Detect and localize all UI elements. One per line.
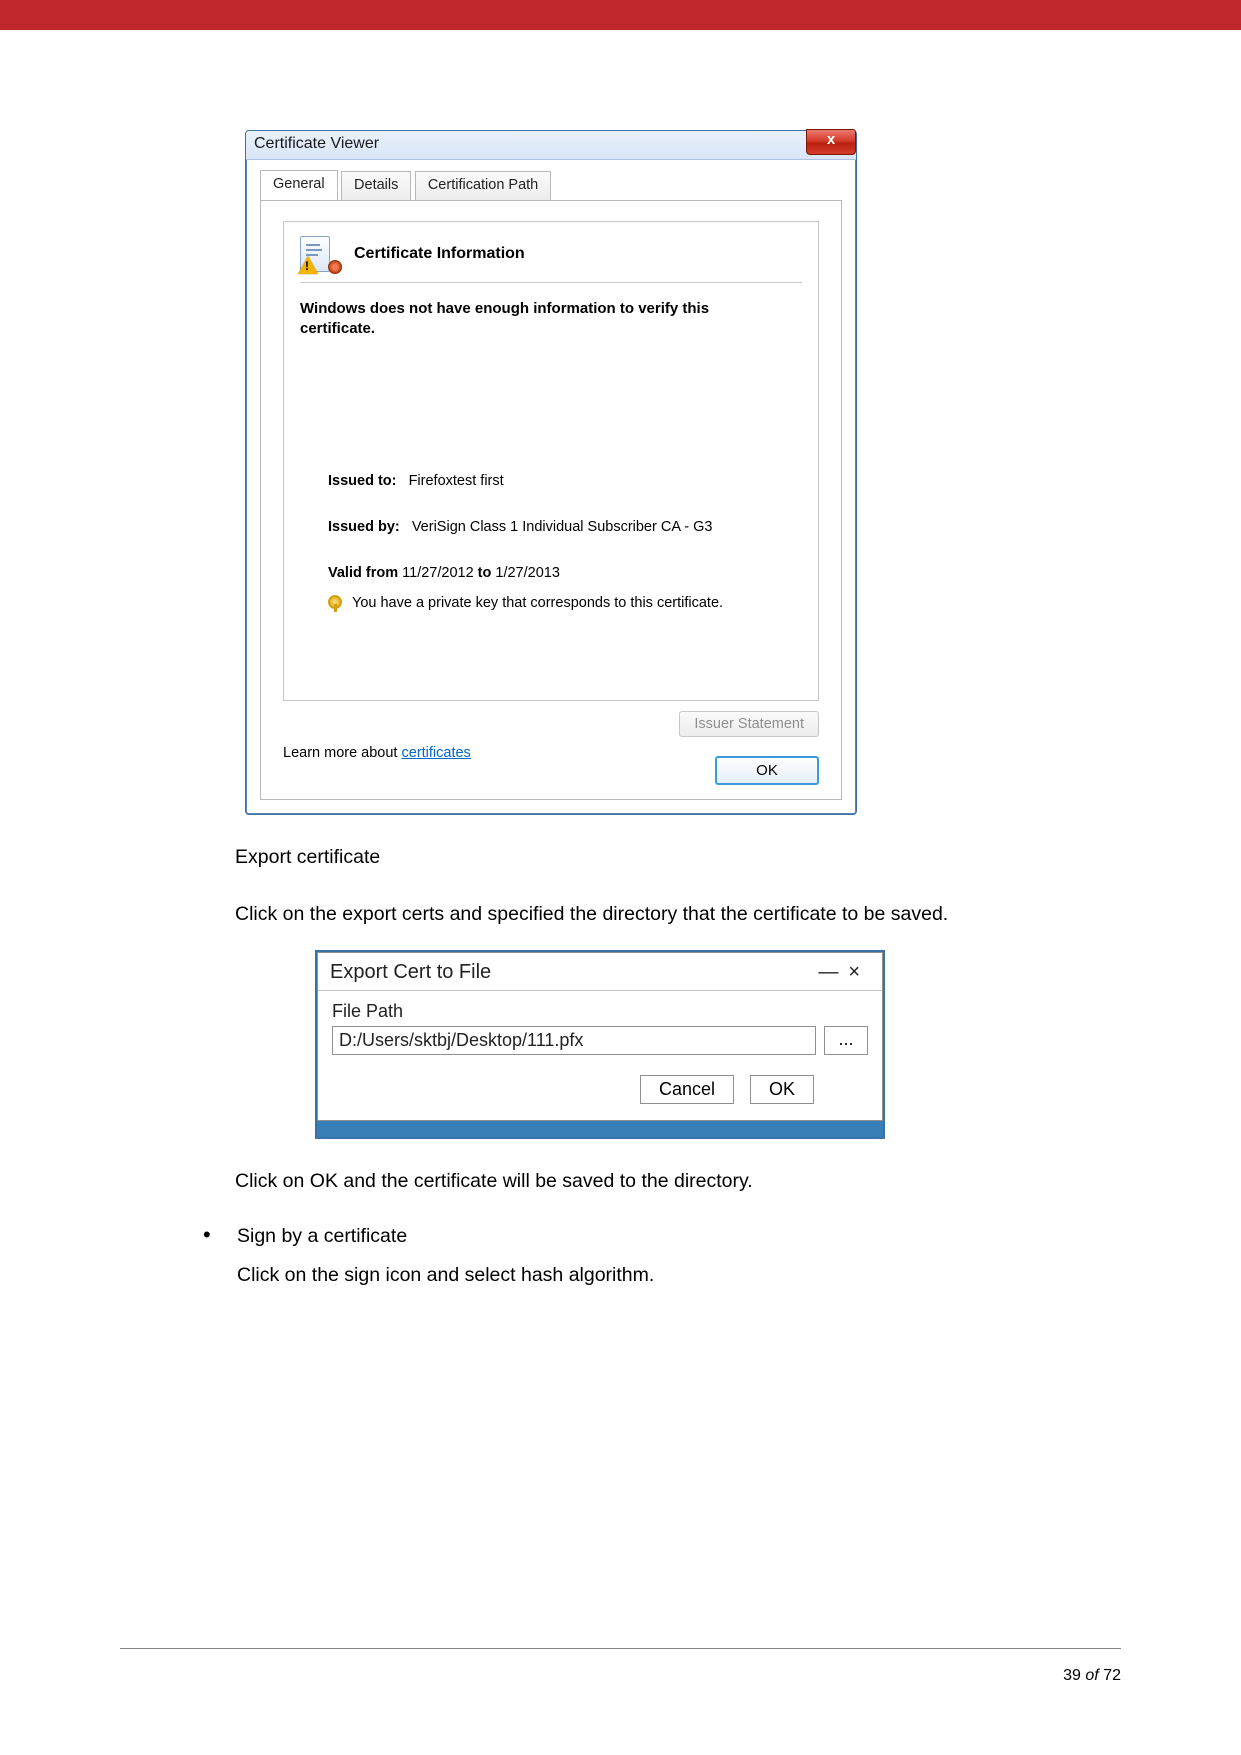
valid-from-value: 11/27/2012 <box>402 565 474 581</box>
valid-to-label: to <box>478 565 492 581</box>
ok-button[interactable]: OK <box>715 756 819 785</box>
tabstrip: General Details Certification Path <box>260 170 842 200</box>
certificate-info-box: ! Certificate Information Windows does n… <box>283 221 819 701</box>
after-export-paragraph: Click on OK and the certificate will be … <box>235 1167 1035 1196</box>
tab-details[interactable]: Details <box>341 171 411 200</box>
cancel-button[interactable]: Cancel <box>640 1075 734 1104</box>
close-button[interactable]: x <box>806 129 856 155</box>
learn-more-link[interactable]: certificates <box>402 745 471 761</box>
sign-heading: Sign by a certificate <box>237 1222 1035 1251</box>
browse-button[interactable]: ... <box>824 1026 868 1055</box>
private-key-note: You have a private key that corresponds … <box>352 594 723 612</box>
certificate-warning-icon: ! <box>300 236 340 272</box>
file-path-input[interactable]: D:/Users/sktbj/Desktop/111.pfx <box>332 1026 816 1055</box>
file-path-label: File Path <box>332 1001 868 1022</box>
learn-more-prefix: Learn more about <box>283 745 402 761</box>
tab-certification-path[interactable]: Certification Path <box>415 171 551 200</box>
minimize-icon[interactable]: — <box>818 961 848 983</box>
certificate-warning-message: Windows does not have enough information… <box>300 299 760 340</box>
tab-panel-general: ! Certificate Information Windows does n… <box>260 200 842 800</box>
issued-by-label: Issued by: <box>328 519 400 535</box>
export-dialog-bottom-accent <box>317 1121 883 1137</box>
page-number: 39 of 72 <box>1063 1667 1121 1685</box>
valid-from-label: Valid from <box>328 565 398 581</box>
learn-more-line: Learn more about certificates <box>283 745 471 761</box>
export-cert-dialog: Export Cert to File —× File Path D:/User… <box>317 952 883 1121</box>
close-icon[interactable]: × <box>848 961 870 983</box>
page-of: of <box>1085 1667 1098 1684</box>
issued-to-label: Issued to: <box>328 473 396 489</box>
close-icon: x <box>827 130 835 150</box>
page-total: 72 <box>1103 1667 1121 1684</box>
issuer-statement-button[interactable]: Issuer Statement <box>679 711 819 737</box>
certificate-viewer-dialog: Certificate Viewer x General Details Cer… <box>245 130 857 815</box>
export-paragraph: Click on the export certs and specified … <box>235 900 1035 929</box>
valid-to-value: 1/27/2013 <box>495 565 560 581</box>
export-dialog-title: Export Cert to File <box>330 961 491 984</box>
export-cert-dialog-wrap: Export Cert to File —× File Path D:/User… <box>315 950 885 1139</box>
page-current: 39 <box>1063 1667 1081 1684</box>
footer-rule <box>120 1648 1121 1649</box>
issued-to-value: Firefoxtest first <box>409 473 504 489</box>
certificate-info-heading: Certificate Information <box>354 245 525 263</box>
issued-by-value: VeriSign Class 1 Individual Subscriber C… <box>412 519 713 535</box>
sign-paragraph: Click on the sign icon and select hash a… <box>237 1261 1035 1290</box>
export-heading: Export certificate <box>235 843 1035 872</box>
tab-general[interactable]: General <box>260 170 338 200</box>
header-red-bar <box>0 0 1241 30</box>
bullet-icon: • <box>199 1222 237 1291</box>
export-titlebar: Export Cert to File —× <box>318 953 882 991</box>
dialog-titlebar: Certificate Viewer x <box>246 131 856 160</box>
export-ok-button[interactable]: OK <box>750 1075 814 1104</box>
private-key-icon <box>328 595 344 611</box>
dialog-title: Certificate Viewer <box>254 135 379 153</box>
